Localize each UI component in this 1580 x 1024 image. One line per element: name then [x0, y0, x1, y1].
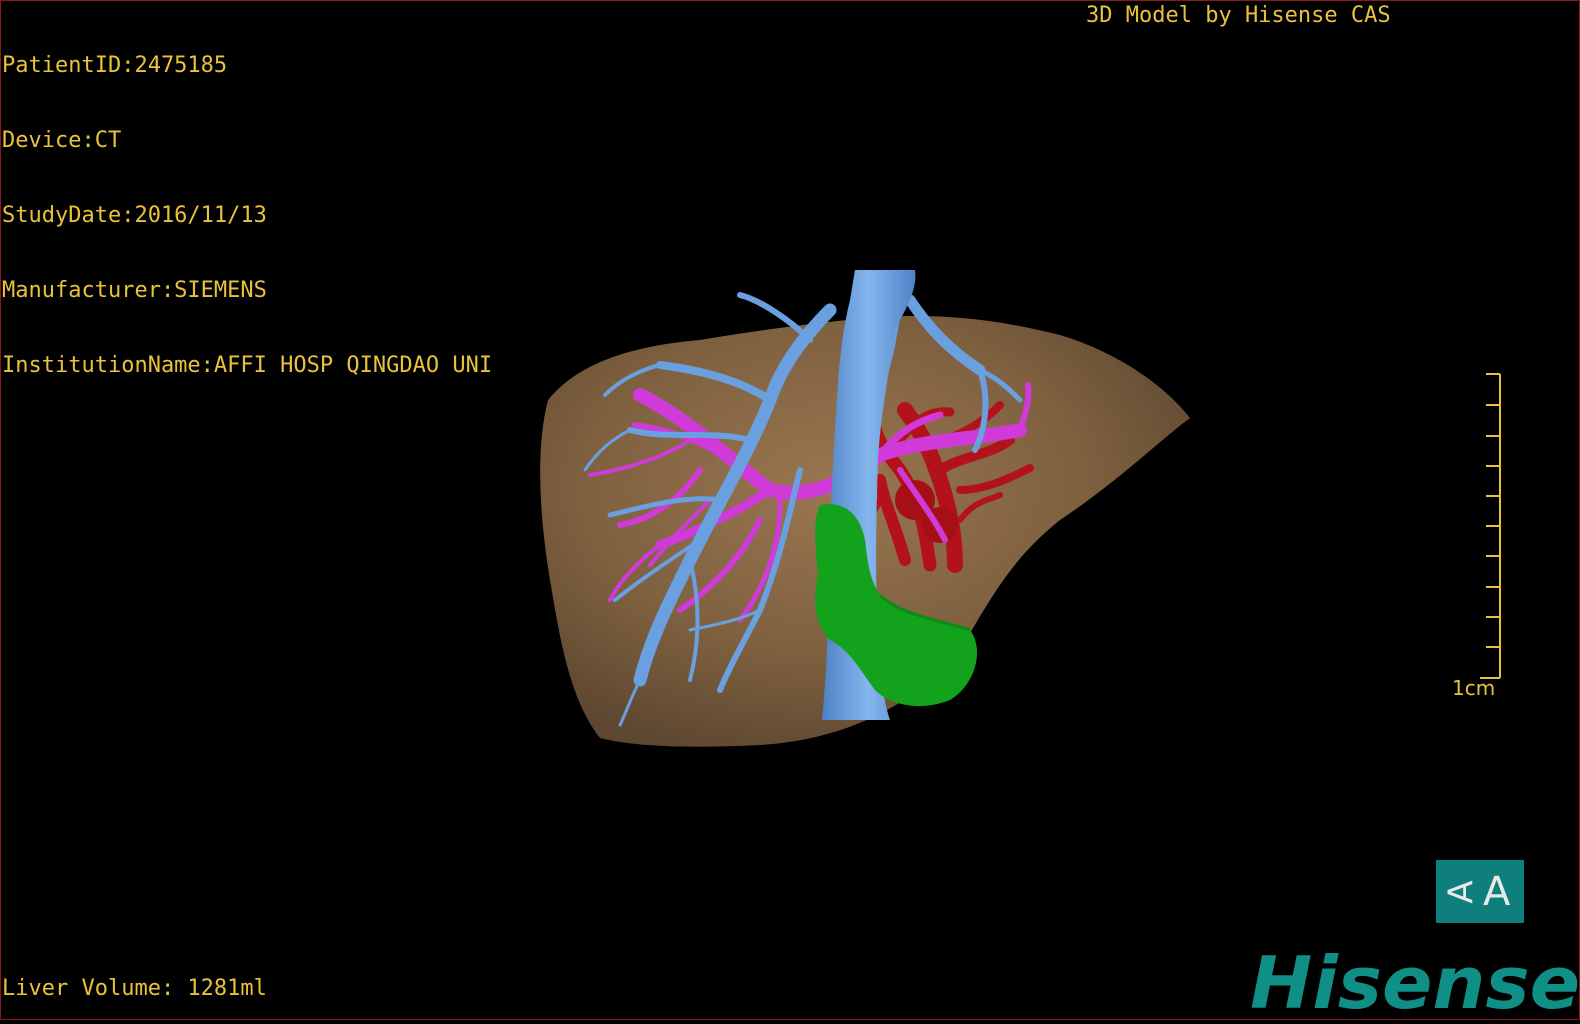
- device-label: Device:CT: [2, 128, 122, 153]
- scale-label: 1cm: [1452, 676, 1496, 700]
- liver-volume-label: Liver Volume: 1281ml: [2, 976, 267, 1001]
- study-date-label: StudyDate:2016/11/13: [2, 203, 267, 228]
- hisense-logo: Hisense: [1250, 941, 1580, 1020]
- orientation-flipped-icon: A: [1441, 879, 1482, 904]
- orientation-anterior-icon: A: [1482, 868, 1511, 915]
- patient-id-label: PatientID:2475185: [2, 53, 228, 78]
- model-credit: 3D Model by Hisense CAS: [1086, 3, 1391, 28]
- manufacturer-label: Manufacturer:SIEMENS: [2, 278, 267, 303]
- orientation-toggle-button[interactable]: A A: [1436, 860, 1524, 923]
- scale-ruler: [1480, 373, 1501, 679]
- patient-info-block: PatientID:2475185 Device:CT StudyDate:20…: [2, 3, 492, 403]
- institution-label: InstitutionName:AFFI HOSP QINGDAO UNI: [2, 353, 493, 378]
